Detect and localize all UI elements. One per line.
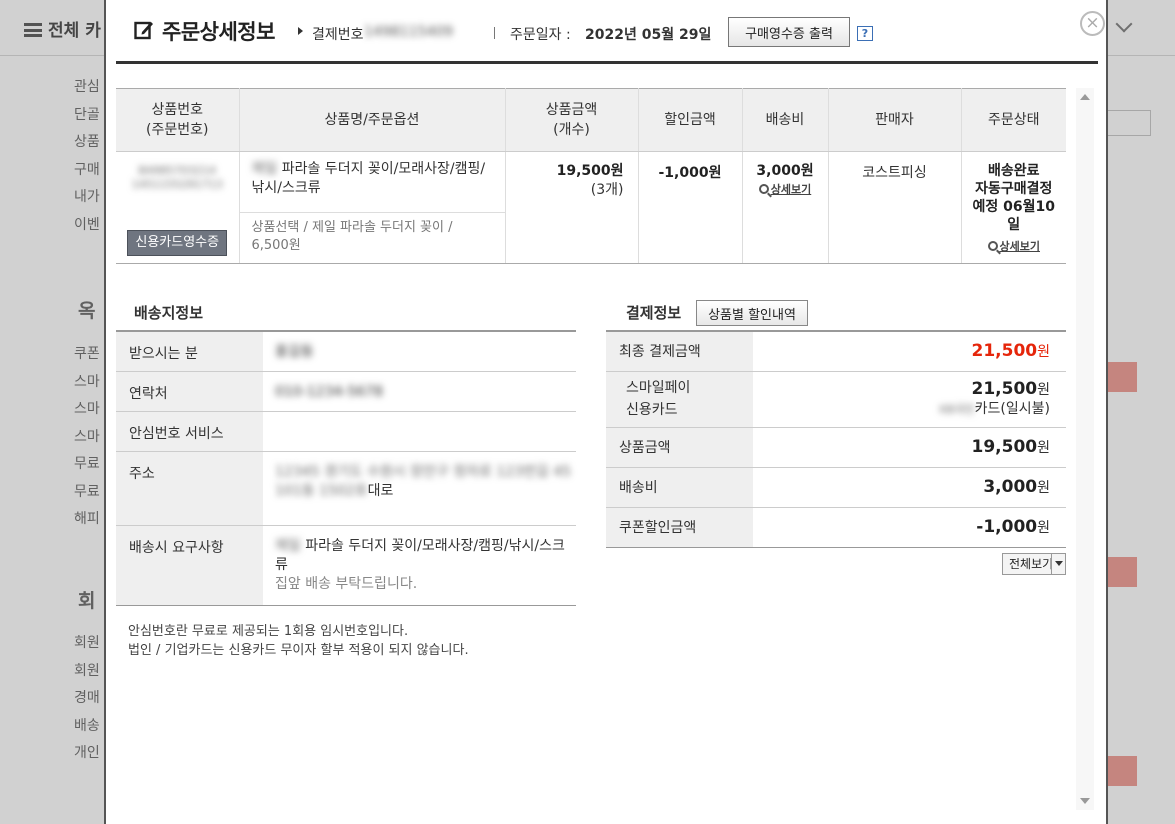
- method-amount: 21,500: [971, 378, 1038, 399]
- auto-confirm-date-suffix: 일: [1007, 217, 1021, 233]
- header-status: 주문상태: [961, 88, 1066, 152]
- safe-number-label: 안심번호 서비스: [116, 411, 263, 452]
- contact-value: 010-1234-5678: [263, 371, 576, 412]
- table-row: 배송시 요구사항 제일 파라솔 두더지 꽂이/모래사장/캠핑/낚시/스크류 집앞 …: [116, 525, 576, 606]
- address-label: 주소: [116, 451, 263, 526]
- close-icon[interactable]: ×: [1080, 11, 1105, 36]
- auto-confirm-label: 자동구매결정: [975, 181, 1053, 197]
- header-seller: 판매자: [828, 88, 962, 152]
- table-row: B4985703214 1451155291713 신용카드영수증 제일 파라솔…: [116, 151, 1066, 264]
- help-icon[interactable]: ?: [857, 26, 873, 41]
- product-option: 상품선택 / 제일 파라솔 두더지 꽂이 / 6,500원: [239, 212, 505, 262]
- shipping-fee-cell: 3,000원: [753, 467, 1066, 508]
- arrow-right-icon: [298, 27, 303, 35]
- magnifier-icon: [987, 241, 998, 251]
- dropdown-arrow-icon: [1051, 554, 1065, 574]
- shipping-fee: 3,000원: [756, 163, 814, 179]
- payment-no-label: 결제번호: [312, 27, 364, 43]
- table-row: 쿠폰할인금액 -1,000원: [606, 507, 1066, 548]
- discount-detail-button[interactable]: 상품별 할인내역: [696, 300, 808, 326]
- payment-table: 최종 결제금액 21,500원 스마일페이 신용카드 21,500원 KB국민카드…: [606, 330, 1066, 548]
- delivery-table: 받으시는 분 홍길동 연락처 010-1234-5678 안심번호 서비스 주소…: [116, 330, 576, 606]
- coupon-discount-cell: -1,000원: [753, 507, 1066, 548]
- product-name: 제일 파라솔 두더지 꽂이/모래사장/캠핑/낚시/스크류: [251, 161, 486, 196]
- modal-scrollbar[interactable]: [1076, 88, 1094, 810]
- payment-method-label: 스마일페이 신용카드: [606, 371, 753, 428]
- table-row: 연락처 010-1234-5678: [116, 371, 576, 412]
- delivery-title: 배송지정보: [134, 304, 204, 322]
- table-row: 주소 12345 경기도 수원시 장안구 정자로 123번길 45 101동 1…: [116, 451, 576, 526]
- address-value: 12345 경기도 수원시 장안구 정자로 123번길 45 101동 1502…: [263, 451, 576, 526]
- product-amount-cell: 19,500원: [753, 427, 1066, 468]
- shipping-cell: 3,000원 상세보기: [742, 151, 829, 264]
- product-no-cell: B4985703214 1451155291713 신용카드영수증: [116, 151, 240, 264]
- card-type: 카드(일시불): [974, 400, 1050, 417]
- order-table: 상품번호 (주문번호) 상품명/주문옵션 상품금액 (개수) 할인금액 배송비 …: [116, 88, 1066, 264]
- status-cell: 배송완료 자동구매결정 예정 06월10 일 상세보기: [961, 151, 1066, 264]
- price-cell: 19,500원 (3개): [505, 151, 639, 264]
- header-product-name: 상품명/주문옵션: [239, 88, 506, 152]
- scroll-down-icon[interactable]: [1080, 798, 1090, 804]
- payment-no: 1498115409: [364, 24, 454, 40]
- table-row: 받으시는 분 홍길동: [116, 331, 576, 372]
- product-price: 19,500원: [556, 163, 624, 179]
- magnifier-icon: [758, 184, 769, 194]
- order-no: 1451155291713: [131, 178, 223, 191]
- request-value: 제일 파라솔 두더지 꽂이/모래사장/캠핑/낚시/스크류 집앞 배송 부탁드립니다…: [263, 525, 576, 606]
- scroll-up-icon[interactable]: [1080, 94, 1090, 100]
- card-receipt-button[interactable]: 신용카드영수증: [127, 230, 228, 256]
- final-amount-cell: 21,500원: [753, 331, 1066, 372]
- seller-name: 코스트피싱: [828, 151, 962, 264]
- edit-icon: [134, 21, 153, 40]
- header-product-no: 상품번호 (주문번호): [116, 88, 240, 152]
- coupon-discount-label: 쿠폰할인금액: [606, 507, 753, 548]
- product-qty: (3개): [590, 182, 624, 198]
- shipping-detail-link[interactable]: 상세보기: [758, 181, 811, 199]
- table-row: 상품금액 19,500원: [606, 427, 1066, 468]
- header-shipping: 배송비: [742, 88, 829, 152]
- table-row: 최종 결제금액 21,500원: [606, 331, 1066, 372]
- recipient-value: 홍길동: [263, 331, 576, 372]
- product-no: B4985703214: [138, 164, 217, 177]
- table-row: 안심번호 서비스: [116, 411, 576, 452]
- product-amount-label: 상품금액: [606, 427, 753, 468]
- divider: [494, 27, 495, 39]
- request-label: 배송시 요구사항: [116, 525, 263, 606]
- contact-label: 연락처: [116, 371, 263, 412]
- notice-text: 안심번호란 무료로 제공되는 1회용 임시번호입니다. 법인 / 기업카드는 신…: [128, 624, 469, 658]
- modal-header: 주문상세정보 결제번호 1498115409 주문일자 : 2022년 05월 …: [116, 0, 1105, 64]
- payment-title: 결제정보: [626, 304, 682, 322]
- print-receipt-button[interactable]: 구매영수증 출력: [728, 17, 850, 47]
- header-price: 상품금액 (개수): [505, 88, 639, 152]
- safe-number-value: [263, 411, 576, 452]
- modal-content: 상품번호 (주문번호) 상품명/주문옵션 상품금액 (개수) 할인금액 배송비 …: [116, 88, 1066, 818]
- table-row: 스마일페이 신용카드 21,500원 KB국민카드(일시불): [606, 371, 1066, 428]
- payment-method-cell: 21,500원 KB국민카드(일시불): [753, 371, 1066, 428]
- header-discount: 할인금액: [638, 88, 743, 152]
- order-detail-modal: 주문상세정보 결제번호 1498115409 주문일자 : 2022년 05월 …: [104, 0, 1108, 824]
- order-status: 배송완료: [987, 163, 1040, 179]
- modal-title: 주문상세정보: [162, 20, 275, 44]
- recipient-label: 받으시는 분: [116, 331, 263, 372]
- final-amount-label: 최종 결제금액: [606, 331, 753, 372]
- order-date: 2022년 05월 29일: [585, 27, 712, 43]
- status-detail-link[interactable]: 상세보기: [987, 238, 1040, 256]
- discount-amount: -1,000원: [638, 151, 743, 264]
- order-date-label: 주문일자 :: [510, 27, 571, 43]
- product-name-cell: 제일 파라솔 두더지 꽂이/모래사장/캠핑/낚시/스크류 상품선택 / 제일 파…: [239, 151, 506, 264]
- view-all-select[interactable]: 전체보기: [1002, 553, 1066, 575]
- final-amount: 21,500: [971, 341, 1038, 362]
- table-row: 배송비 3,000원: [606, 467, 1066, 508]
- shipping-fee-label: 배송비: [606, 467, 753, 508]
- auto-confirm-date: 예정 06월10: [972, 199, 1055, 215]
